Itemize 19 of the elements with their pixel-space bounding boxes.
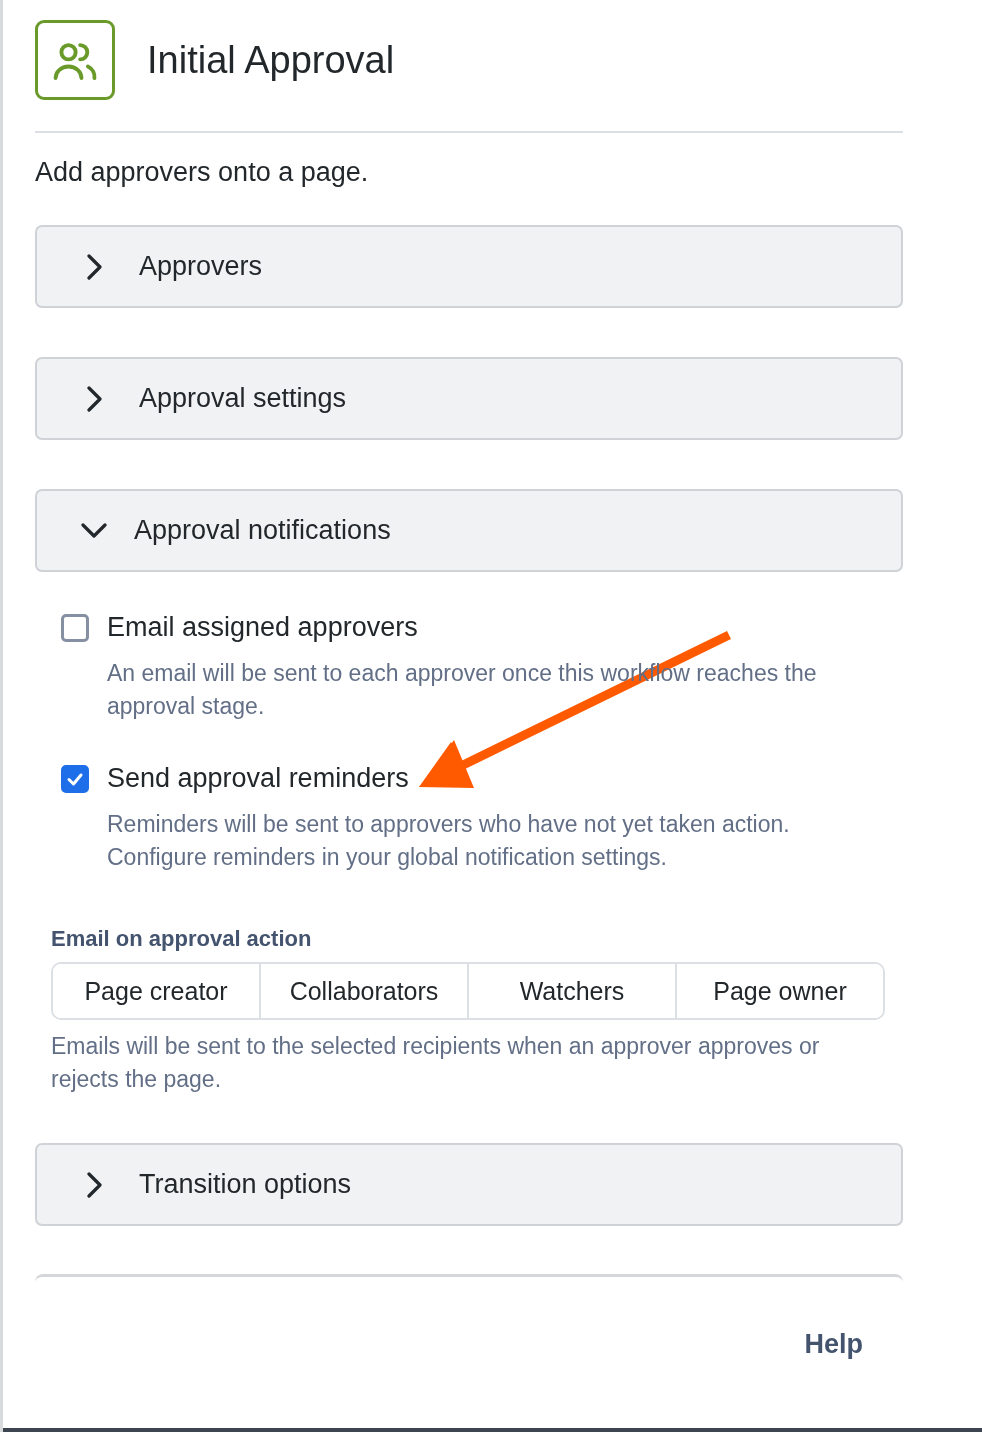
accordion-header[interactable]: Approvers: [35, 225, 903, 308]
chevron-right-icon: [87, 253, 102, 280]
panel-description: Add approvers onto a page.: [35, 156, 370, 189]
chevron-right-icon: [87, 385, 102, 412]
checkbox-label: Send approval reminders: [107, 763, 409, 794]
helper-text: Emails will be sent to the selected recipients when an approver approves or rejects the page.: [51, 1032, 821, 1094]
panel-title: Initial Approval: [147, 38, 395, 82]
chevron-right-icon: [87, 1171, 102, 1198]
accordion-header[interactable]: Approval notifications: [35, 489, 903, 572]
help-button[interactable]: Help: [804, 1323, 863, 1366]
field-label: Email on approval action: [51, 926, 313, 952]
option-description: Reminders will be sent to approvers who have not yet taken action. Configure reminders in your global notification settings.: [107, 810, 791, 872]
chevron-down-icon: [81, 523, 107, 538]
accordion-header[interactable]: Transition options: [35, 1143, 903, 1226]
checkbox[interactable]: [61, 613, 89, 642]
recipient-toggle[interactable]: Page creator: [53, 964, 261, 1018]
checkbox-label: Email assigned approvers: [107, 612, 418, 643]
accordion-header[interactable]: Approval settings: [35, 357, 903, 440]
checkbox[interactable]: [61, 764, 89, 793]
